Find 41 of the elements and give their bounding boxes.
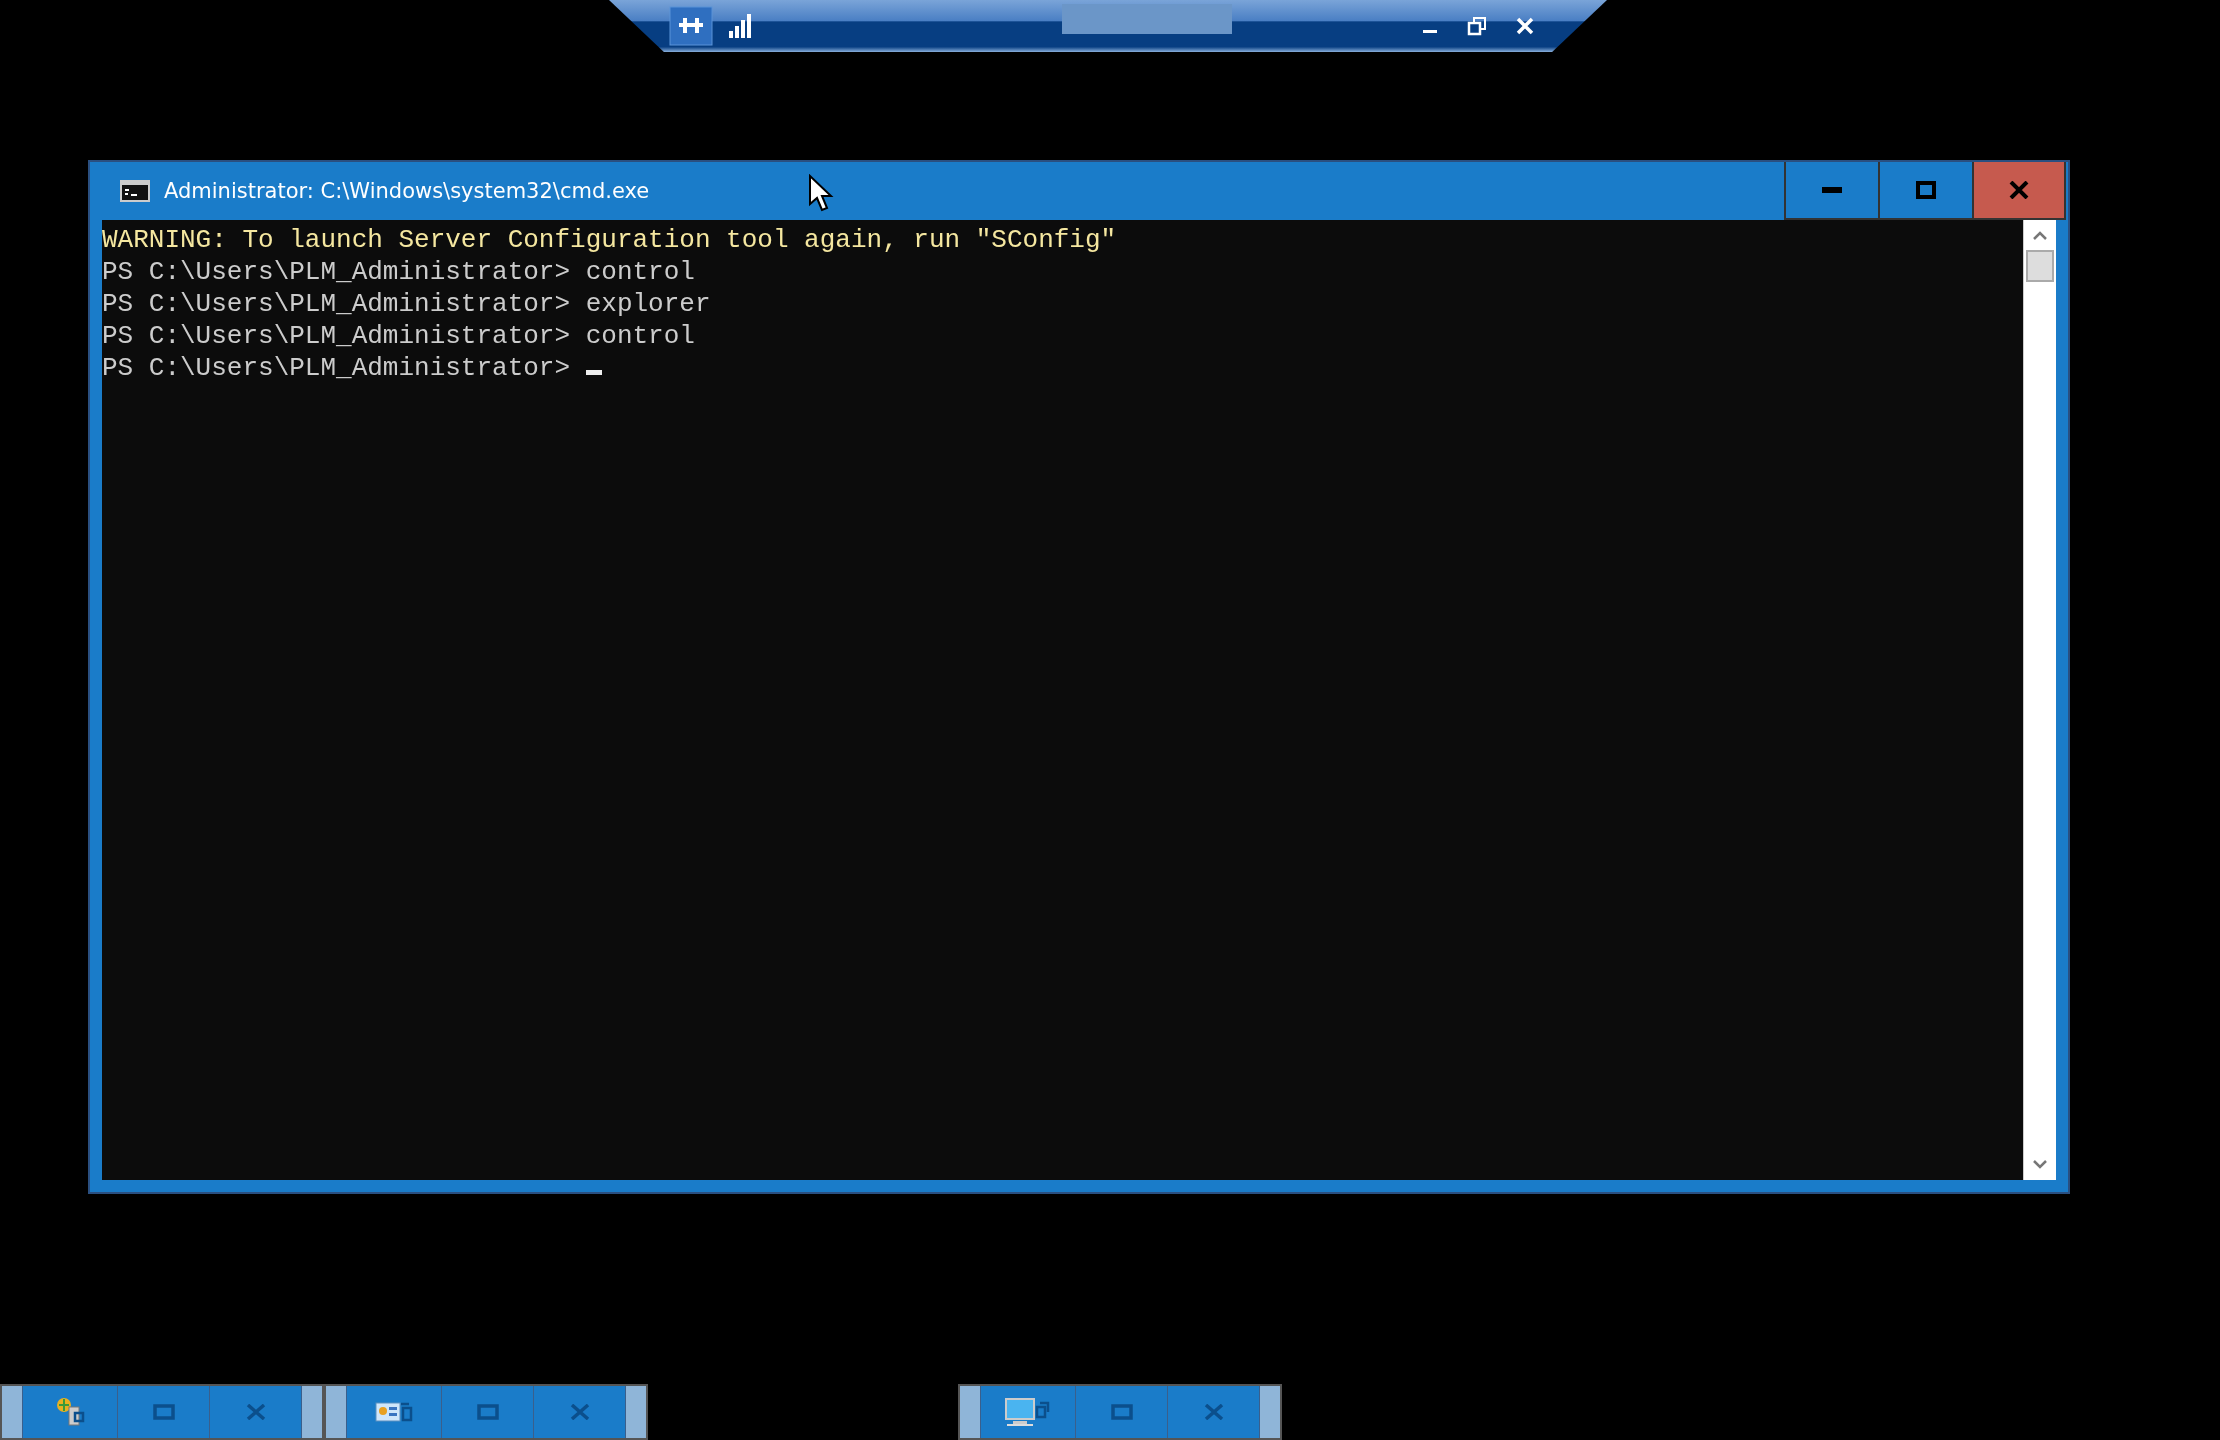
control-panel-restore-button[interactable] <box>346 1386 442 1438</box>
maximize-button[interactable] <box>1878 162 1972 220</box>
console-line: PS C:\Users\PLM_Administrator> control <box>102 320 695 352</box>
close-icon <box>1203 1404 1224 1420</box>
computer-restore-button[interactable] <box>980 1386 1076 1438</box>
console-line: WARNING: To launch Server Configuration tool again, run "SConfig" <box>102 224 1117 256</box>
scrollbar[interactable] <box>2023 220 2056 1180</box>
window-edge <box>302 1386 322 1438</box>
maximize-icon <box>1916 181 1936 199</box>
close-icon <box>245 1404 266 1420</box>
minimize-button[interactable] <box>1784 162 1878 220</box>
maximize-icon <box>152 1404 175 1420</box>
console-icon <box>120 180 150 202</box>
restore-icon[interactable] <box>1467 16 1487 36</box>
text-cursor <box>586 370 603 375</box>
window-edge <box>2 1386 22 1438</box>
minimize-icon <box>1822 186 1842 194</box>
computer-icon <box>1005 1397 1051 1427</box>
server-icon <box>55 1397 85 1427</box>
pin-icon[interactable] <box>669 6 713 46</box>
window-edge <box>326 1386 346 1438</box>
close-icon[interactable] <box>1515 16 1535 36</box>
mouse-pointer-icon <box>808 174 834 214</box>
window-title: Administrator: C:\Windows\system32\cmd.exe <box>164 179 650 203</box>
scroll-up-icon[interactable] <box>2032 230 2048 240</box>
console-line: PS C:\Users\PLM_Administrator> <box>102 352 571 384</box>
maximize-icon <box>476 1404 499 1420</box>
scroll-thumb[interactable] <box>2026 250 2054 282</box>
console-line: PS C:\Users\PLM_Administrator> explorer <box>102 288 711 320</box>
control-panel-icon <box>375 1400 413 1424</box>
console-line: PS C:\Users\PLM_Administrator> control <box>102 256 695 288</box>
window-edge <box>1260 1386 1280 1438</box>
window-edge <box>960 1386 980 1438</box>
close-button[interactable] <box>1972 162 2066 220</box>
close-icon <box>2009 181 2029 199</box>
close-icon <box>569 1404 590 1420</box>
window-edge <box>626 1386 646 1438</box>
scroll-down-icon[interactable] <box>2032 1160 2048 1170</box>
maximize-icon <box>1110 1404 1133 1420</box>
server-restore-button[interactable] <box>22 1386 118 1438</box>
signal-icon[interactable] <box>727 13 753 39</box>
